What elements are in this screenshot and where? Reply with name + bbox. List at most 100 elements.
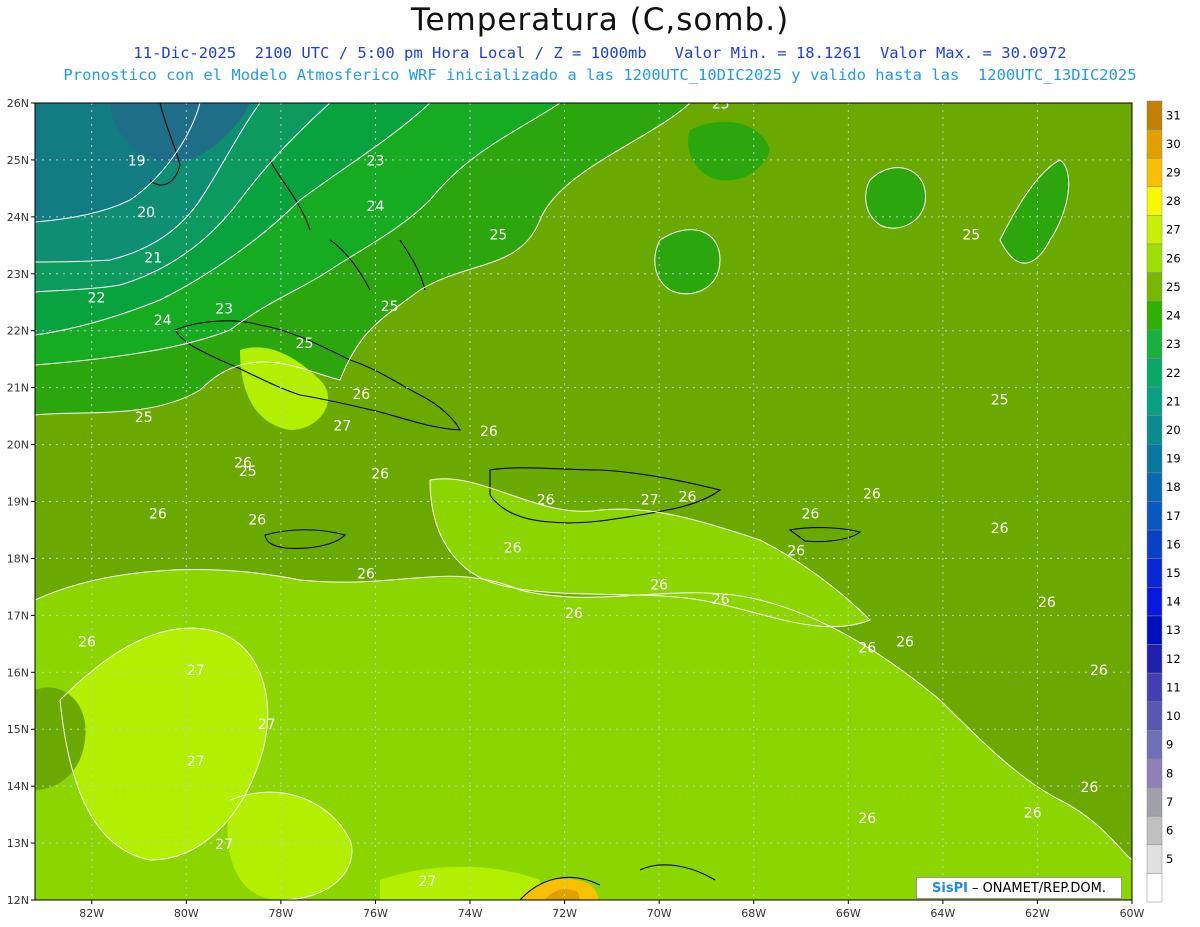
lon-label: 60W [1120, 907, 1145, 920]
colorbar-swatch [1146, 758, 1163, 788]
lat-label: 23N [7, 268, 29, 281]
colorbar-label: 21 [1166, 394, 1181, 408]
contour-label: 26 [371, 467, 389, 483]
colorbar-swatch [1146, 873, 1163, 903]
colorbar-swatch [1146, 215, 1163, 245]
colorbar-label: 14 [1166, 595, 1181, 609]
colorbar-swatch [1146, 844, 1163, 874]
colorbar-label: 18 [1166, 480, 1181, 494]
colorbar-label: 31 [1166, 108, 1181, 122]
colorbar-label: 12 [1166, 652, 1181, 666]
contour-label: 26 [712, 592, 730, 608]
colorbar-swatch [1146, 815, 1163, 846]
colorbar-swatch [1146, 672, 1163, 703]
lon-label: 70W [647, 907, 672, 920]
lon-label: 82W [79, 907, 104, 920]
temperature-map: 19202122232423242525252525252526272625 26… [7, 97, 1181, 920]
contour-label: 27 [187, 754, 205, 770]
lat-label: 25N [7, 154, 29, 167]
colorbar-swatch [1146, 701, 1163, 731]
contour-label: 23 [367, 154, 385, 170]
colorbar-label: 24 [1166, 309, 1181, 323]
lon-label: 80W [174, 907, 199, 920]
contour-label: 27 [258, 717, 276, 733]
colorbar-swatch [1146, 157, 1163, 188]
lat-label: 22N [7, 325, 29, 338]
colorbar-label: 10 [1166, 709, 1181, 723]
colorbar-label: 27 [1166, 223, 1181, 237]
contour-label: 19 [128, 154, 146, 170]
colorbar-label: 29 [1166, 166, 1181, 180]
colorbar-label: 13 [1166, 623, 1181, 637]
contour-label: 25 [296, 336, 314, 352]
contour-label: 26 [78, 635, 96, 651]
colorbar-label: 26 [1166, 251, 1181, 265]
lat-label: 17N [7, 609, 29, 622]
contour-label: 25 [489, 228, 507, 244]
contour-label: 26 [991, 521, 1009, 537]
contour-label: 26 [565, 606, 583, 622]
colorbar: 31 30 29 28 27 26 25 24 23 22 21 20 19 18 17 16 15 14 13 12… [1146, 100, 1181, 903]
colorbar-label: 16 [1166, 537, 1181, 551]
contour-label: 26 [352, 387, 370, 403]
colorbar-label: 20 [1166, 423, 1181, 437]
colorbar-label: 8 [1166, 766, 1173, 780]
contour-label: 22 [88, 290, 106, 306]
colorbar-label: 22 [1166, 366, 1181, 380]
colorbar-label: 25 [1166, 280, 1181, 294]
colorbar-label: 6 [1166, 823, 1173, 837]
lon-label: 64W [930, 907, 955, 920]
contour-label: 26 [863, 487, 881, 503]
contour-label: 24 [367, 199, 385, 215]
colorbar-swatch [1146, 272, 1163, 302]
colorbar-label: 15 [1166, 566, 1181, 580]
contour-label: 24 [154, 313, 172, 329]
contour-label: 26 [149, 507, 167, 523]
lon-label: 68W [741, 907, 766, 920]
contour-label: 27 [333, 418, 351, 434]
contour-label: 25 [381, 299, 399, 315]
colorbar-swatch [1146, 329, 1163, 359]
lat-label: 18N [7, 552, 29, 565]
colorbar-swatch [1146, 415, 1163, 445]
contour-label: 27 [215, 837, 233, 853]
contour-label: 26 [537, 492, 555, 508]
colorbar-swatch [1146, 243, 1163, 273]
lat-label: 26N [7, 97, 29, 110]
lon-label: 78W [268, 907, 293, 920]
colorbar-swatch [1146, 301, 1163, 331]
contour-label: 20 [137, 205, 155, 221]
contour-label: 27 [641, 492, 659, 508]
colorbar-label: 11 [1166, 680, 1181, 694]
lon-label: 62W [1025, 907, 1050, 920]
lat-label: 12N [7, 894, 29, 907]
contour-label: 26 [787, 544, 805, 560]
contour-label: 27 [419, 874, 437, 890]
contour-label: 26 [1081, 780, 1099, 796]
lat-label: 15N [7, 723, 29, 736]
colorbar-swatch [1146, 444, 1163, 474]
contour-label: 26 [896, 635, 914, 651]
lat-label: 21N [7, 382, 29, 395]
lon-label: 74W [458, 907, 483, 920]
contour-label: 25 [991, 393, 1009, 409]
colorbar-swatch [1146, 100, 1163, 130]
contour-label: 25 [239, 464, 257, 480]
colorbar-label: 23 [1166, 337, 1181, 351]
contour-label: 26 [858, 640, 876, 656]
contour-label: 25 [712, 97, 730, 113]
lat-label: 14N [7, 780, 29, 793]
colorbar-swatch [1146, 358, 1163, 388]
credit-text: – ONAMET/REP.DOM. [971, 880, 1106, 896]
contour-label: 21 [144, 250, 162, 266]
colorbar-label: 28 [1166, 194, 1181, 208]
colorbar-swatch [1146, 186, 1163, 216]
sispi-logo: SisPI [932, 880, 968, 896]
lat-label: 20N [7, 439, 29, 452]
lon-label: 76W [363, 907, 388, 920]
contour-label: 23 [215, 302, 233, 318]
contour-label: 25 [135, 410, 153, 426]
colorbar-swatch [1146, 129, 1163, 159]
contour-label: 26 [802, 507, 820, 523]
colorbar-label: 9 [1166, 738, 1173, 752]
